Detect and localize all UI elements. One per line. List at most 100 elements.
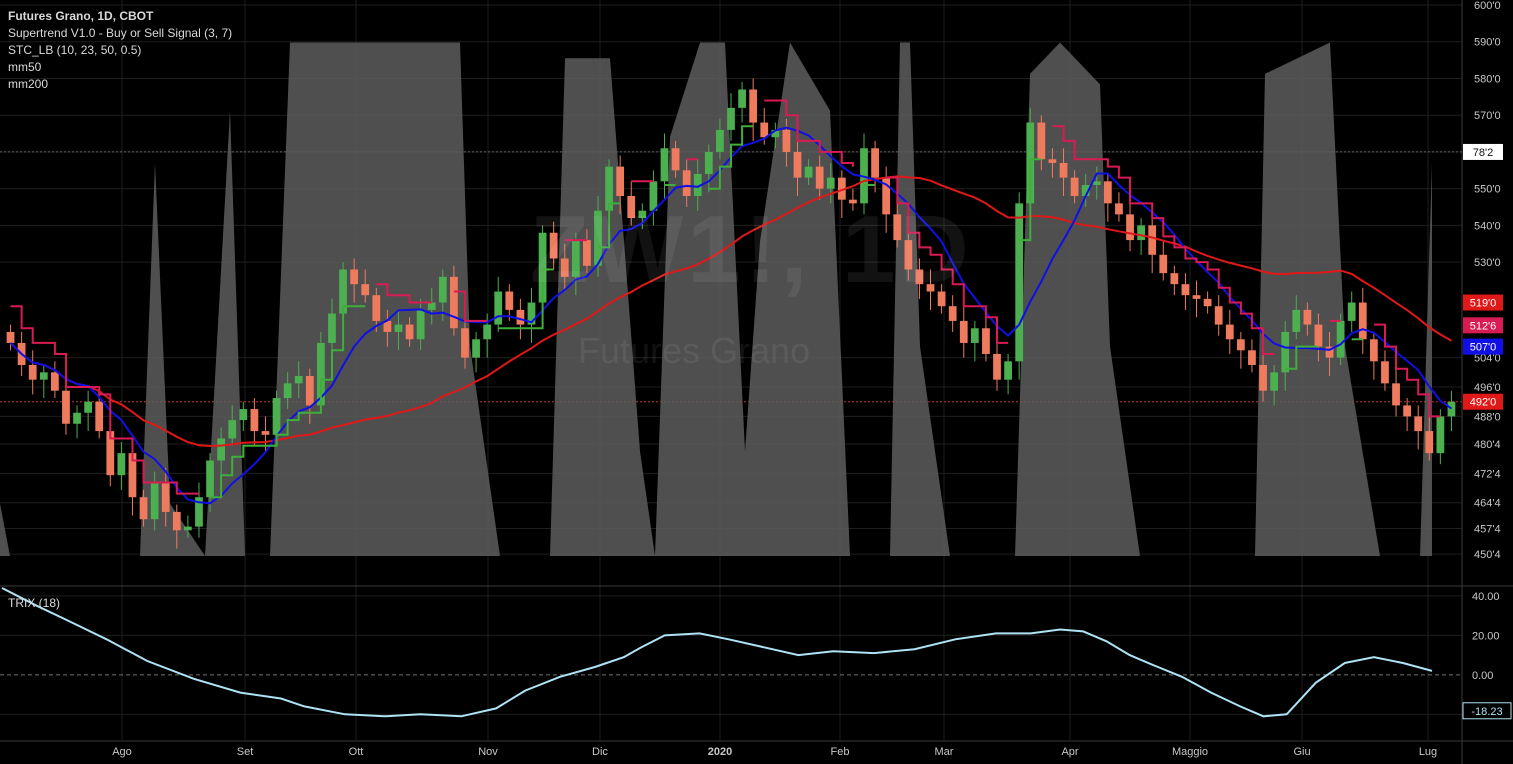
candle-body [1148, 225, 1157, 255]
candle-body [1436, 416, 1445, 454]
candle-body [1248, 350, 1256, 365]
candle-body [1425, 431, 1434, 454]
candle-body [660, 148, 669, 182]
time-tick-label: Apr [1061, 746, 1078, 758]
legend-mm50[interactable]: mm50 [8, 59, 232, 76]
candle-body [1015, 203, 1024, 362]
candle-body [948, 306, 957, 321]
time-tick-label: Mar [935, 746, 954, 758]
candle-body [372, 295, 381, 321]
candle-body [982, 328, 990, 354]
candle-body [1004, 361, 1012, 380]
price-tick-label: 496'0 [1474, 382, 1501, 394]
candle-body [483, 324, 492, 340]
price-badge-text: 78'2 [1473, 147, 1493, 159]
chart-canvas: 600'0590'0580'0570'0560'0550'0540'0530'0… [0, 0, 1513, 764]
candle-body [1414, 416, 1423, 432]
legend-stc[interactable]: STC_LB (10, 23, 50, 0.5) [8, 42, 232, 59]
price-tick-label: 472'4 [1474, 468, 1501, 480]
candle-body [95, 401, 104, 432]
candle-body [84, 401, 93, 413]
candle-body [1159, 254, 1168, 274]
candle-body [1192, 295, 1201, 299]
candle-body [1314, 324, 1323, 347]
candle-body [1225, 324, 1234, 340]
price-tick-label: 450'4 [1474, 549, 1501, 561]
candle-body [472, 339, 480, 358]
candle-body [117, 453, 126, 476]
time-tick-label: Dic [592, 746, 608, 758]
price-tick-label: 540'0 [1474, 220, 1501, 232]
price-tick-label: 488'0 [1474, 411, 1501, 423]
legend-supertrend[interactable]: Supertrend V1.0 - Buy or Sell Signal (3,… [8, 25, 232, 42]
candle-body [73, 412, 81, 424]
time-tick-label: Feb [831, 746, 850, 758]
candle-body [749, 89, 758, 123]
price-tick-label: 480'4 [1474, 439, 1501, 451]
time-tick-label: Lug [1419, 746, 1437, 758]
price-badge-text: 507'0 [1470, 342, 1497, 354]
candle-body [150, 482, 159, 520]
candle-body [62, 390, 70, 424]
candle-body [616, 166, 625, 197]
candle-body [1347, 302, 1356, 321]
candle-body [438, 276, 447, 303]
time-tick-label: Maggio [1172, 746, 1208, 758]
price-tick-label: 570'0 [1474, 110, 1501, 122]
candle-body [6, 331, 15, 343]
candle-body [505, 291, 514, 310]
candle-body [172, 511, 181, 531]
candle-body [1070, 177, 1079, 197]
candle-body [1259, 364, 1267, 391]
candle-body [760, 122, 769, 138]
candle-body [516, 309, 525, 325]
price-badge-text: 512'6 [1470, 320, 1497, 332]
legend: Futures Grano, 1D, CBOT Supertrend V1.0 … [8, 8, 232, 93]
legend-mm200[interactable]: mm200 [8, 76, 232, 93]
candle-body [1270, 372, 1278, 391]
candle-body [1369, 339, 1378, 362]
candle-body [727, 107, 735, 130]
candle-body [350, 269, 359, 285]
candle-body [793, 151, 802, 178]
candle-body [1137, 225, 1145, 241]
candle-body [1170, 273, 1179, 285]
candle-body [250, 409, 259, 432]
legend-title[interactable]: Futures Grano, 1D, CBOT [8, 8, 232, 25]
time-tick-label: Ago [112, 746, 132, 758]
candle-body [1059, 162, 1068, 178]
candle-body [328, 313, 336, 343]
price-tick-label: 590'0 [1474, 37, 1501, 49]
candle-body [272, 398, 281, 435]
candle-body [804, 166, 813, 178]
time-tick-label: Set [237, 746, 254, 758]
candle-body [1092, 181, 1101, 185]
candle-body [1048, 159, 1057, 163]
candle-body [1037, 122, 1046, 160]
trix-tick-label: 20.00 [1472, 630, 1500, 642]
candle-body [1115, 203, 1123, 215]
candle-body [361, 284, 370, 296]
trix-title[interactable]: TRIX (18) [8, 596, 60, 610]
candle-body [450, 276, 458, 329]
candle-body [50, 372, 59, 391]
candle-body [871, 148, 879, 178]
time-tick-label: Nov [478, 746, 498, 758]
candle-body [405, 324, 414, 340]
candle-body [427, 302, 436, 310]
candle-body [283, 383, 292, 399]
candle-body [1292, 309, 1301, 332]
candle-body [1236, 339, 1245, 351]
candle-body [1381, 361, 1389, 384]
candle-body [1203, 298, 1212, 307]
candle-body [305, 376, 314, 406]
candle-body [294, 376, 303, 384]
candle-body [671, 148, 680, 171]
candle-body [1303, 309, 1312, 325]
candle-body [1358, 302, 1367, 340]
candle-body [826, 177, 835, 189]
candle-body [39, 372, 48, 380]
price-tick-label: 580'0 [1474, 73, 1501, 85]
time-tick-label: 2020 [708, 746, 732, 758]
candle-body [461, 328, 469, 358]
